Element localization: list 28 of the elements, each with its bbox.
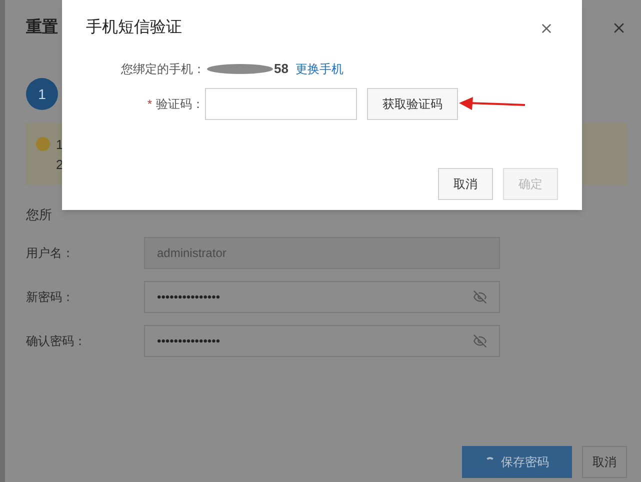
cancel-button[interactable]: 取消 [582, 446, 627, 478]
field-value: ••••••••••••••• [157, 332, 220, 350]
intro-text: 您所 [26, 206, 53, 224]
required-mark: * [147, 96, 152, 113]
input-field[interactable] [205, 88, 357, 120]
input-field[interactable]: ••••••••••••••• [144, 280, 500, 312]
notice-text: 1 [56, 136, 64, 154]
dialog-title: 手机短信验证 [86, 18, 182, 38]
cancel-button[interactable]: 取消 [438, 168, 493, 200]
redaction-blur [206, 62, 274, 76]
phone-number: 58 [274, 60, 288, 78]
step-indicator: 1 [26, 78, 58, 110]
field-value: administrator [157, 244, 226, 262]
change-phone-link[interactable]: 更换手机 [295, 60, 344, 78]
arrow-icon [459, 97, 525, 111]
input-field[interactable]: ••••••••••••••• [144, 324, 500, 356]
hide-password-icon[interactable] [473, 334, 487, 348]
warning-icon [36, 137, 50, 151]
hide-password-icon[interactable] [473, 290, 487, 304]
field-label: 确认密码： [26, 332, 87, 350]
field-value: ••••••••••••••• [157, 288, 220, 306]
phone-label: 您绑定的手机： [120, 61, 205, 78]
dialog-title: 重置 [26, 17, 58, 38]
get-code-button[interactable]: 获取验证码 [367, 88, 458, 120]
field-label: 用户名： [26, 244, 75, 262]
field-label: 新密码： [26, 288, 75, 306]
save-button[interactable]: 保存密码 [462, 446, 572, 478]
code-label-text: 验证码： [156, 96, 204, 113]
